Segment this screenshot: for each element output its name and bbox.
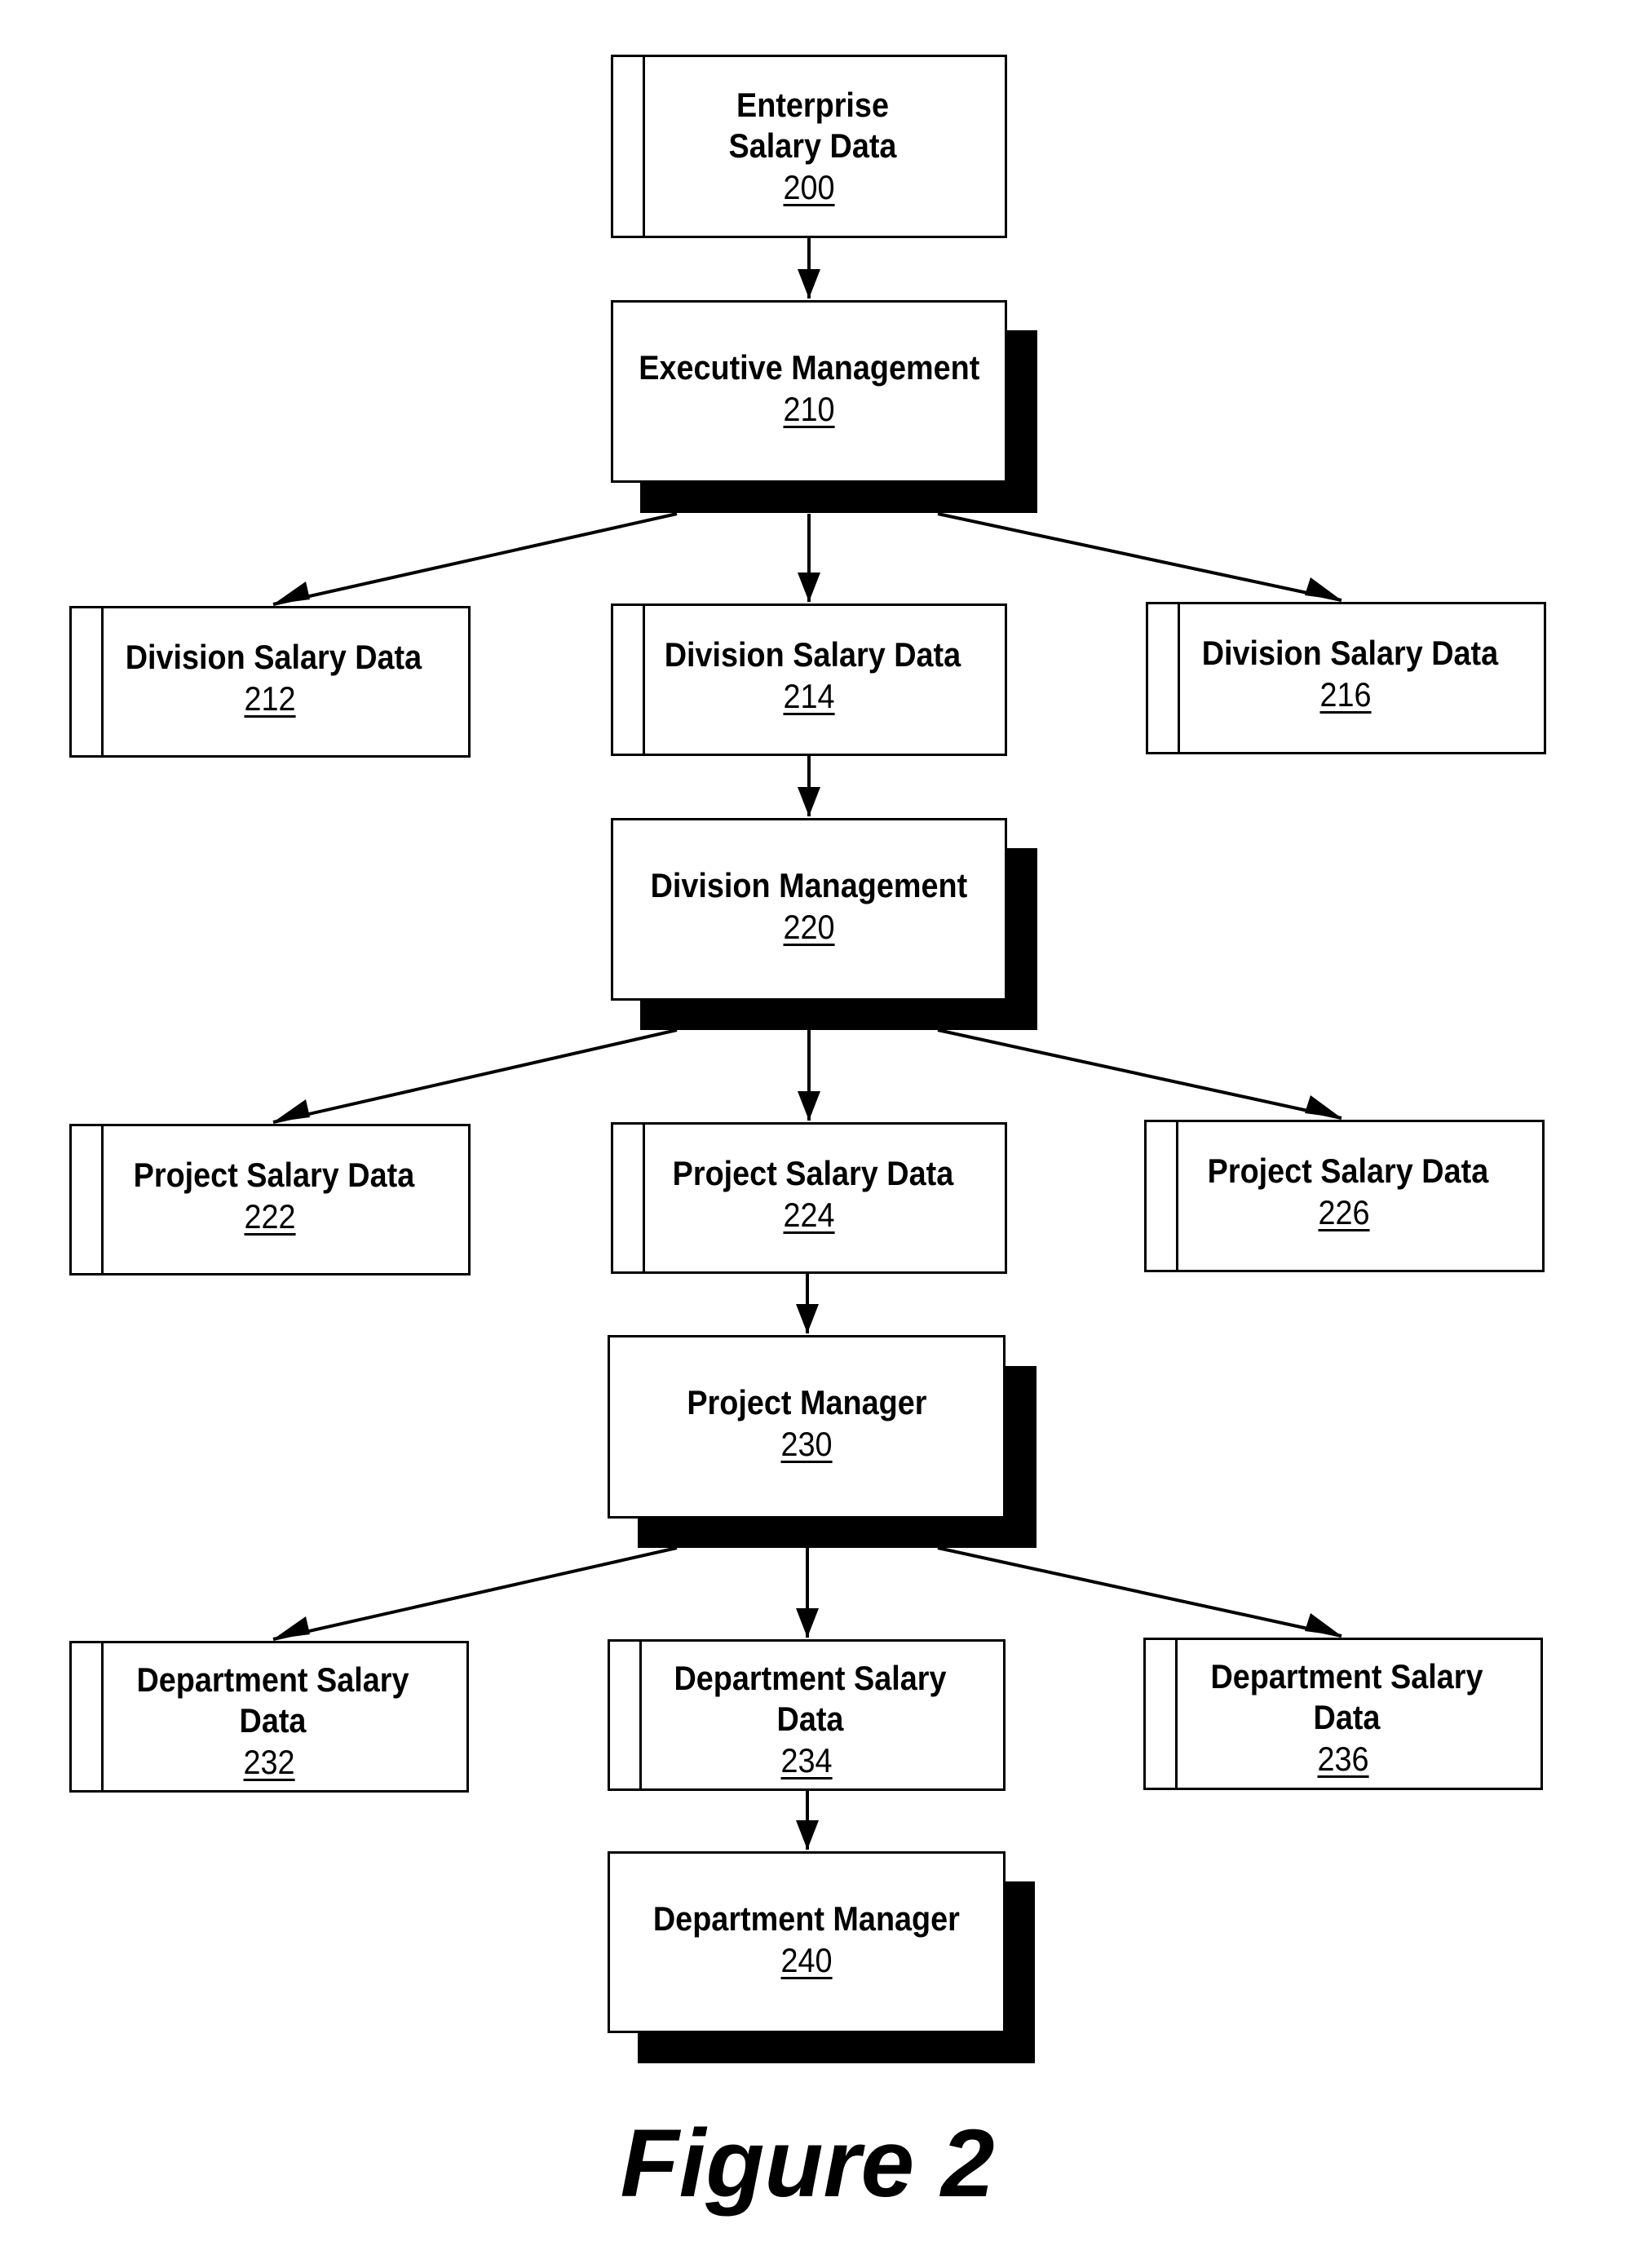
node-department-salary-data-236[interactable]: Department Salary Data 236 bbox=[1143, 1638, 1543, 1790]
node-project-salary-data-226[interactable]: Project Salary Data 226 bbox=[1144, 1120, 1545, 1272]
node-ref: 214 bbox=[783, 677, 835, 715]
arrow-210-216 bbox=[937, 512, 1342, 602]
node-title: Division Management bbox=[650, 866, 968, 904]
node-department-salary-data-234[interactable]: Department Salary Data 234 bbox=[608, 1639, 1006, 1791]
node-title: Division Salary Data bbox=[664, 635, 961, 674]
arrowhead-icon bbox=[796, 1304, 819, 1333]
node-title: Project Salary Data bbox=[1207, 1152, 1489, 1190]
node-ref: 200 bbox=[783, 167, 835, 206]
node-department-manager[interactable]: Department Manager 240 bbox=[608, 1851, 1006, 2033]
node-ref: 220 bbox=[783, 908, 835, 946]
arrowhead-icon bbox=[1305, 1095, 1341, 1118]
node-enterprise-salary-data[interactable]: Enterprise Salary Data 200 bbox=[611, 55, 1007, 238]
node-ref: 210 bbox=[783, 390, 835, 428]
node-ref: 226 bbox=[1318, 1193, 1371, 1231]
arrowhead-icon bbox=[798, 269, 820, 298]
arrowhead-icon bbox=[796, 1820, 819, 1850]
node-title: Department Salary Data bbox=[674, 1659, 947, 1738]
node-division-management[interactable]: Division Management 220 bbox=[611, 818, 1007, 1001]
node-ref: 236 bbox=[1317, 1740, 1369, 1778]
arrowhead-icon bbox=[273, 1616, 310, 1639]
arrow-220-226 bbox=[937, 1028, 1342, 1120]
node-title: Division Salary Data bbox=[1201, 634, 1498, 672]
node-ref: 230 bbox=[780, 1425, 833, 1463]
node-project-salary-data-222[interactable]: Project Salary Data 222 bbox=[69, 1124, 471, 1275]
node-division-salary-data-216[interactable]: Division Salary Data 216 bbox=[1146, 602, 1546, 754]
node-ref: 222 bbox=[244, 1197, 296, 1236]
node-title: Department Salary Data bbox=[1210, 1657, 1483, 1736]
node-ref: 232 bbox=[243, 1743, 295, 1781]
arrowhead-icon bbox=[273, 581, 310, 604]
arrowhead-icon bbox=[798, 787, 820, 816]
arrowhead-icon bbox=[1305, 1613, 1341, 1636]
arrow-230-236 bbox=[937, 1546, 1342, 1638]
node-title: Enterprise Salary Data bbox=[728, 85, 897, 165]
node-executive-management[interactable]: Executive Management 210 bbox=[611, 300, 1007, 483]
arrow-210-212 bbox=[272, 512, 678, 606]
node-ref: 224 bbox=[783, 1196, 835, 1234]
node-ref: 216 bbox=[1319, 675, 1372, 714]
node-department-salary-data-232[interactable]: Department Salary Data 232 bbox=[69, 1641, 469, 1793]
node-title: Project Salary Data bbox=[133, 1156, 414, 1194]
node-division-salary-data-214[interactable]: Division Salary Data 214 bbox=[611, 603, 1007, 756]
arrowhead-icon bbox=[798, 573, 820, 602]
figure-caption: Figure 2 bbox=[620, 2110, 995, 2217]
node-ref: 212 bbox=[244, 679, 296, 718]
node-ref: 234 bbox=[780, 1741, 833, 1779]
arrowhead-icon bbox=[796, 1608, 819, 1638]
arrow-230-232 bbox=[272, 1546, 678, 1641]
node-title: Division Salary Data bbox=[125, 638, 422, 676]
node-project-manager[interactable]: Project Manager 230 bbox=[608, 1335, 1006, 1519]
node-ref: 240 bbox=[780, 1941, 833, 1979]
node-title: Project Manager bbox=[686, 1383, 927, 1421]
arrow-220-222 bbox=[272, 1028, 678, 1124]
arrowhead-icon bbox=[798, 1091, 820, 1121]
node-title: Department Salary Data bbox=[136, 1660, 409, 1740]
arrowhead-icon bbox=[1305, 577, 1341, 600]
node-division-salary-data-212[interactable]: Division Salary Data 212 bbox=[69, 606, 471, 758]
node-project-salary-data-224[interactable]: Project Salary Data 224 bbox=[611, 1122, 1007, 1274]
node-title: Department Manager bbox=[652, 1899, 960, 1938]
node-title: Project Salary Data bbox=[672, 1154, 953, 1192]
node-title: Executive Management bbox=[638, 348, 980, 387]
arrowhead-icon bbox=[273, 1099, 310, 1122]
